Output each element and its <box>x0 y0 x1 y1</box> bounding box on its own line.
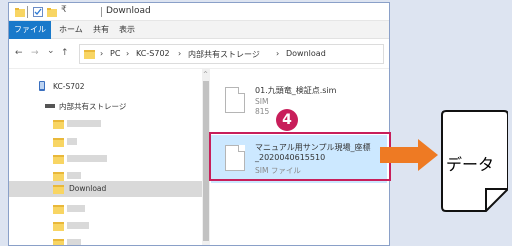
address-bar-row: ← → ⌄ ↑ › PC › KC-S702 › 内部共有ストレージ › Dow… <box>9 39 389 69</box>
navigation-pane: KC-S702 内部共有ストレージ Download <box>9 69 204 245</box>
address-input[interactable]: › PC › KC-S702 › 内部共有ストレージ › Download <box>79 44 384 64</box>
new-folder-icon[interactable] <box>47 7 57 17</box>
breadcrumb-pc[interactable]: PC <box>110 49 120 58</box>
breadcrumb-download[interactable]: Download <box>286 49 326 58</box>
breadcrumb-separator: › <box>126 49 130 58</box>
breadcrumb-separator: › <box>100 49 104 58</box>
folder-icon <box>53 205 64 214</box>
redacted-label <box>67 155 107 162</box>
recent-locations-icon[interactable]: ⌄ <box>47 46 55 56</box>
file-size: 815 <box>255 107 270 116</box>
tab-share[interactable]: 共有 <box>93 21 109 39</box>
step-badge: 4 <box>276 109 298 131</box>
folder-icon <box>53 222 64 231</box>
redacted-label <box>67 222 89 229</box>
forward-icon[interactable]: → <box>31 48 39 58</box>
tab-view[interactable]: 表示 <box>119 21 135 39</box>
folder-icon <box>53 172 64 181</box>
folder-icon <box>53 138 64 147</box>
explorer-window: ₹ Download ファイル ホーム 共有 表示 ← → ⌄ ↑ › PC ›… <box>8 2 390 246</box>
folder-icon <box>53 185 64 194</box>
file-icon <box>225 87 245 113</box>
file-name: 01.九頭竜_検証点.sim <box>255 86 337 95</box>
tree-item-download[interactable]: Download <box>9 181 204 197</box>
tree-item-folder[interactable] <box>9 201 204 217</box>
tree-item-folder[interactable] <box>9 134 204 150</box>
redacted-label <box>67 205 85 212</box>
tree-item-folder[interactable] <box>9 116 204 132</box>
folder-icon <box>84 50 95 59</box>
tree-label-download: Download <box>69 184 107 193</box>
tab-home[interactable]: ホーム <box>59 21 83 39</box>
folder-icon <box>53 239 64 245</box>
data-label: データ <box>446 155 495 174</box>
redacted-label <box>67 172 81 179</box>
folder-icon <box>53 120 64 129</box>
breadcrumb-separator: › <box>276 49 280 58</box>
arrow-icon <box>380 139 438 171</box>
breadcrumb-device[interactable]: KC-S702 <box>136 49 170 58</box>
divider <box>101 7 102 17</box>
highlight-box <box>209 132 391 181</box>
tree-item-device[interactable]: KC-S702 <box>9 79 204 95</box>
drive-icon <box>45 104 55 108</box>
tree-item-folder[interactable] <box>9 218 204 234</box>
ribbon: ファイル ホーム 共有 表示 <box>9 21 389 39</box>
quick-access-dropdown-icon[interactable]: ₹ <box>61 5 67 15</box>
title-bar: ₹ Download <box>9 3 389 21</box>
back-icon[interactable]: ← <box>15 48 23 58</box>
tab-file[interactable]: ファイル <box>9 21 51 39</box>
properties-icon[interactable] <box>33 7 43 17</box>
phone-icon <box>39 81 45 91</box>
redacted-label <box>67 120 101 127</box>
tree-item-folder[interactable] <box>9 235 204 245</box>
redacted-label <box>67 138 77 145</box>
tree-item-storage[interactable]: 内部共有ストレージ <box>9 98 204 114</box>
tree-item-folder[interactable] <box>9 151 204 167</box>
tree-label-device: KC-S702 <box>53 82 85 91</box>
scroll-up-icon[interactable]: ^ <box>203 71 208 78</box>
divider <box>27 6 28 18</box>
redacted-label <box>67 239 81 245</box>
folder-icon <box>15 8 25 17</box>
tree-label-storage: 内部共有ストレージ <box>59 102 127 111</box>
file-type: SIM <box>255 97 269 106</box>
window-title: Download <box>106 6 151 16</box>
breadcrumb-separator: › <box>178 49 182 58</box>
folder-icon <box>53 155 64 164</box>
up-icon[interactable]: ↑ <box>61 48 69 58</box>
breadcrumb-storage[interactable]: 内部共有ストレージ <box>188 49 260 60</box>
